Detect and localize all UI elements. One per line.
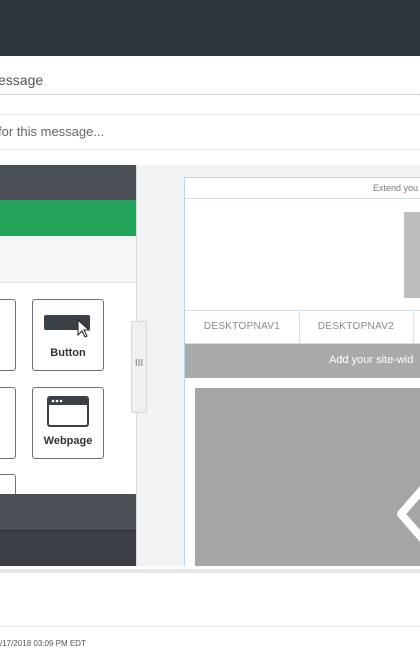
palette-subheader <box>0 236 136 283</box>
button-icon <box>44 315 91 338</box>
main-image-placeholder[interactable] <box>195 388 420 566</box>
nav-item-desktopnav2[interactable]: DESKTOPNAV2 <box>299 311 414 343</box>
message-title-field[interactable]: essage <box>0 58 420 95</box>
palette-footer <box>0 494 136 530</box>
nav-item-label: DESKTOPNAV1 <box>203 321 281 332</box>
palette-tile-button[interactable]: Button <box>32 299 104 371</box>
content-palette-panel: Button Webpage <box>0 165 137 566</box>
extend-text: Extend you <box>373 183 419 193</box>
message-title-text: essage <box>0 72 44 88</box>
editor-bottom-edge <box>0 569 420 573</box>
panel-resize-handle[interactable]: III <box>131 321 147 413</box>
palette-tile-partial[interactable] <box>0 299 16 371</box>
app-header-bar <box>0 0 420 56</box>
palette-tile-label: Webpage <box>43 435 93 447</box>
site-banner-bar[interactable]: Add your site-wid <box>185 344 420 378</box>
last-saved-timestamp: /17/2018 03:09 PM EDT <box>0 639 86 648</box>
preview-extend-bar: Extend you <box>185 178 420 199</box>
nav-item-desktopnav1[interactable]: DESKTOPNAV1 <box>185 311 300 343</box>
footer-divider <box>0 626 420 627</box>
palette-tile-label: Button <box>50 347 86 359</box>
palette-tile-webpage[interactable]: Webpage <box>32 387 104 459</box>
image-placeholder-icon <box>397 485 420 543</box>
nav-item-label: DESKTOPNAV2 <box>317 321 395 332</box>
palette-footer-secondary <box>0 530 136 566</box>
webpage-icon <box>47 396 89 427</box>
message-description-field[interactable]: for this message... <box>0 114 420 150</box>
email-editor: Button Webpage III Extend you DESKTOPNAV… <box>0 165 420 566</box>
hero-image-placeholder[interactable] <box>404 212 420 298</box>
message-description-placeholder: for this message... <box>0 124 105 139</box>
resize-grip-icon: III <box>134 358 144 369</box>
palette-active-bar[interactable] <box>0 200 136 236</box>
preview-nav-row: DESKTOPNAV1 DESKTOPNAV2 <box>185 310 420 344</box>
palette-header <box>0 165 136 200</box>
email-preview-canvas: Extend you DESKTOPNAV1 DESKTOPNAV2 Add y… <box>184 177 420 566</box>
palette-tile-partial[interactable] <box>0 387 16 459</box>
banner-text: Add your site-wid <box>329 354 414 366</box>
